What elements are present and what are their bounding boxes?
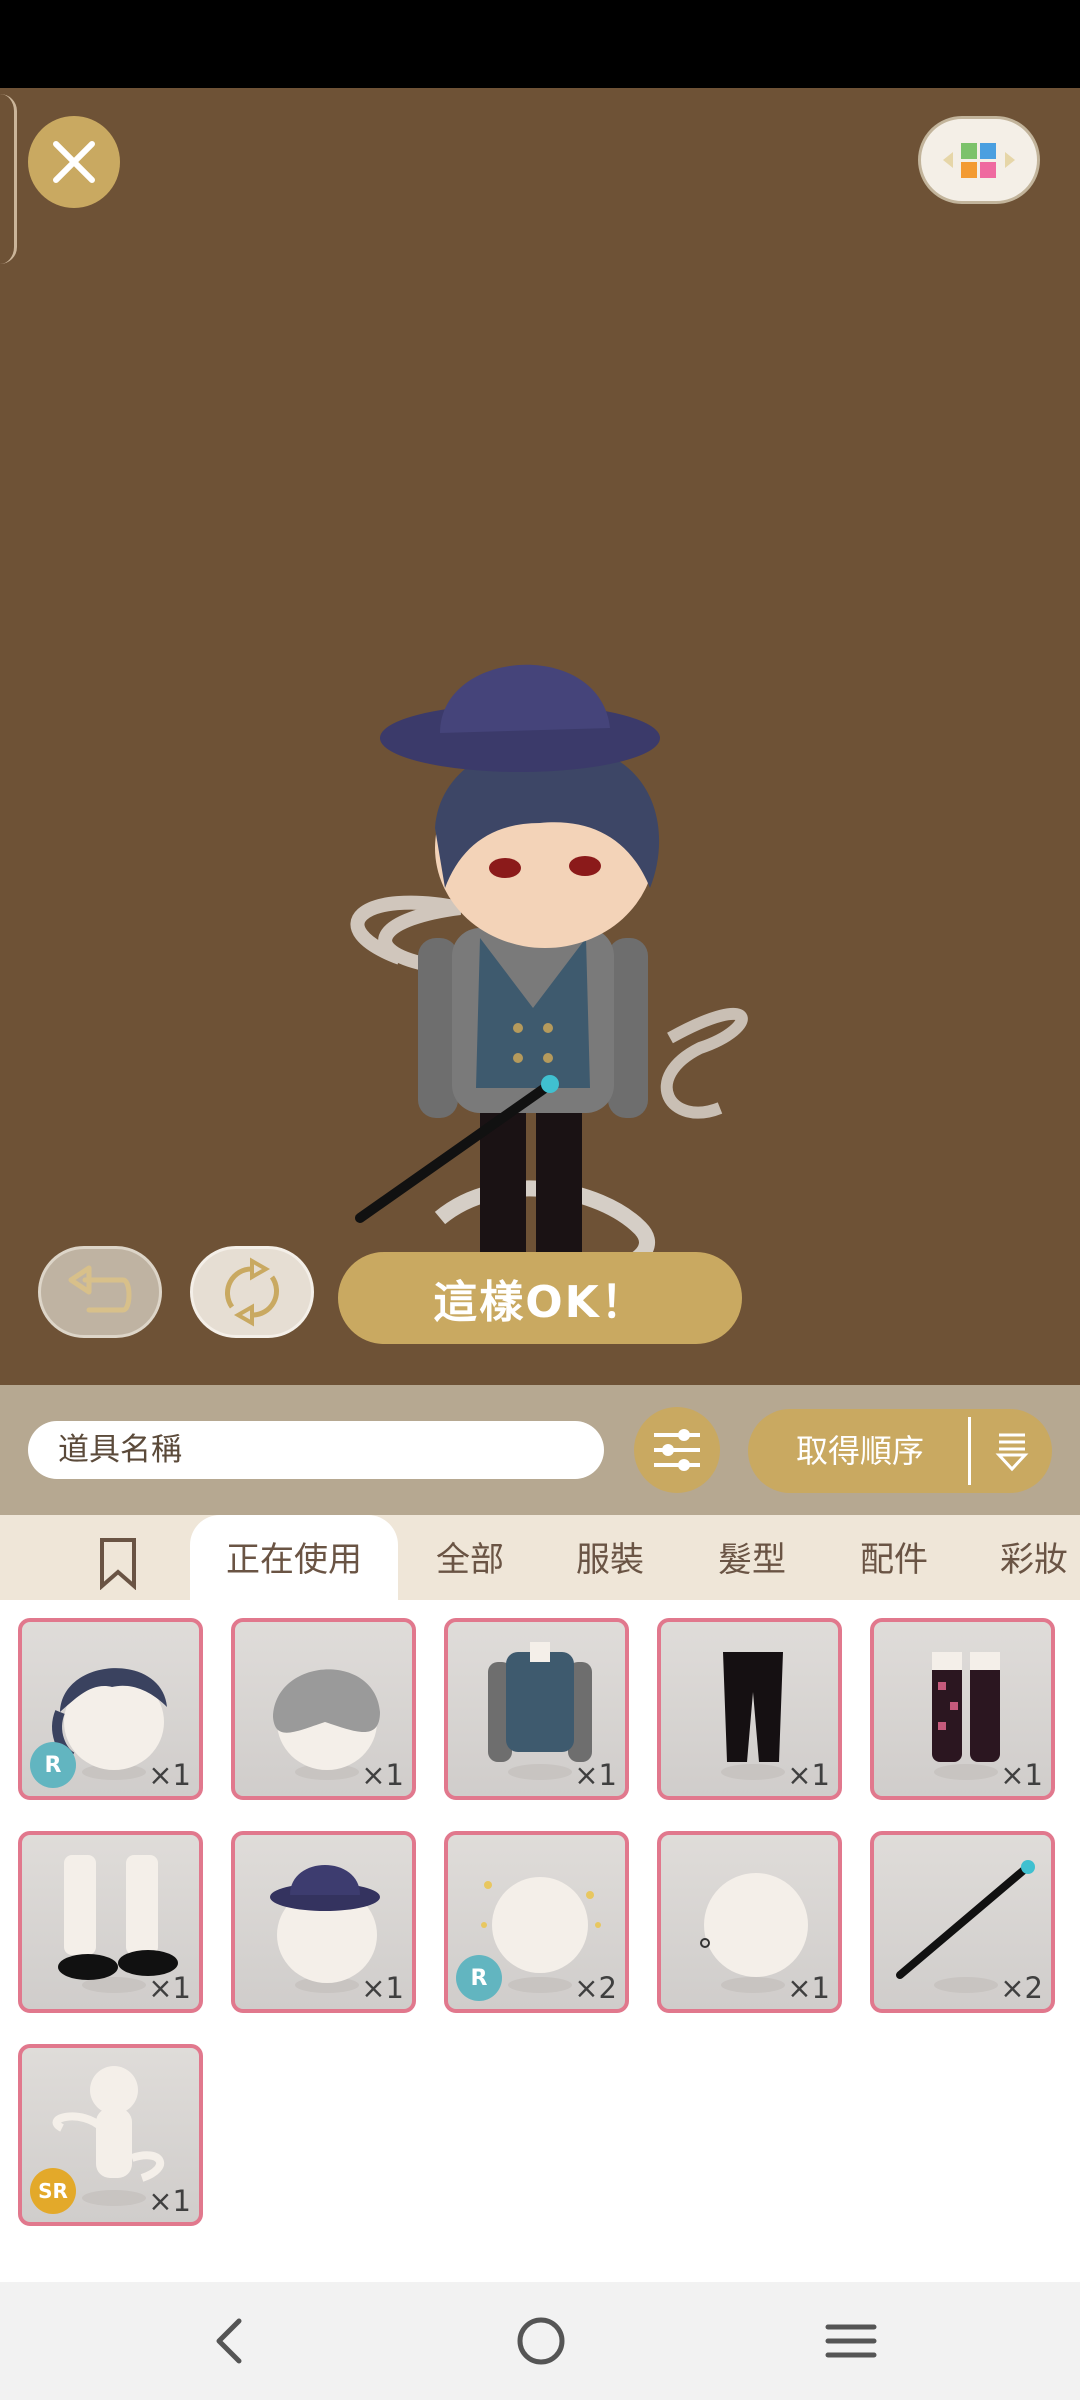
bookmark-tab[interactable] — [90, 1535, 146, 1591]
item-quantity: ×1 — [148, 2184, 191, 2218]
tab-accessories[interactable]: 配件 — [860, 1515, 928, 1600]
nav-back-button[interactable] — [184, 2306, 274, 2376]
item-quantity: ×1 — [361, 1971, 404, 2005]
palette-grid-icon — [943, 143, 1015, 178]
palette-button[interactable] — [918, 116, 1040, 204]
back-icon — [216, 2318, 242, 2364]
tab-hairstyle[interactable]: 髮型 — [718, 1515, 786, 1600]
sort-order-icon[interactable] — [984, 1409, 1040, 1493]
item-quantity: ×1 — [787, 1758, 830, 1792]
item-card[interactable]: ×1 — [657, 1618, 842, 1800]
item-quantity: ×1 — [148, 1971, 191, 2005]
item-card[interactable]: ×1 — [18, 1831, 203, 2013]
tab-makeup[interactable]: 彩妝 — [1000, 1515, 1068, 1600]
bookmark-icon — [100, 1538, 136, 1590]
rarity-badge: R — [456, 1955, 502, 2001]
avatar-character — [350, 664, 748, 1301]
rarity-badge: SR — [30, 2168, 76, 2214]
menu-icon — [825, 2324, 877, 2358]
nav-menu-button[interactable] — [806, 2306, 896, 2376]
home-icon — [517, 2317, 565, 2365]
item-quantity: ×2 — [1000, 1971, 1043, 2005]
item-card[interactable]: SR ×1 — [18, 2044, 203, 2226]
avatar-stage: 這樣OK！ — [0, 88, 1080, 1385]
close-icon — [53, 141, 95, 183]
item-card[interactable]: ×1 — [657, 1831, 842, 2013]
close-button[interactable] — [28, 116, 120, 208]
category-tabs: 正在使用 全部 服裝 髮型 配件 彩妝 — [0, 1515, 1080, 1600]
item-quantity: ×1 — [1000, 1758, 1043, 1792]
sort-divider — [968, 1417, 971, 1485]
filter-sliders-icon — [654, 1429, 700, 1471]
system-navigation-bar — [0, 2282, 1080, 2400]
item-card[interactable]: R ×1 — [18, 1618, 203, 1800]
item-card[interactable]: ×1 — [231, 1618, 416, 1800]
item-quantity: ×1 — [574, 1758, 617, 1792]
item-quantity: ×1 — [787, 1971, 830, 2005]
item-card[interactable]: ×1 — [444, 1618, 629, 1800]
nav-home-button[interactable] — [496, 2306, 586, 2376]
shuffle-button[interactable] — [190, 1246, 314, 1338]
sort-label: 取得順序 — [796, 1432, 925, 1470]
item-card[interactable]: R ×2 — [444, 1831, 629, 2013]
tab-clothing[interactable]: 服裝 — [576, 1515, 644, 1600]
sort-button[interactable]: 取得順序 — [748, 1409, 1052, 1493]
item-grid: R ×1 ×1 ×1 ×1 ×1 ×1 ×1 R ×2 ×1 ×2 SR ×1 — [0, 1600, 1080, 2282]
search-input[interactable]: 道具名稱 — [28, 1421, 604, 1479]
filter-button[interactable] — [634, 1407, 720, 1493]
undo-icon — [68, 1265, 132, 1313]
item-card[interactable]: ×1 — [231, 1831, 416, 2013]
item-quantity: ×1 — [361, 1758, 404, 1792]
side-frame — [0, 94, 17, 264]
shuffle-icon — [224, 1257, 280, 1327]
item-card[interactable]: ×1 — [870, 1618, 1055, 1800]
confirm-ok-button[interactable]: 這樣OK！ — [338, 1252, 742, 1344]
undo-button[interactable] — [38, 1246, 162, 1338]
tab-all[interactable]: 全部 — [436, 1515, 504, 1600]
filter-bar: 道具名稱 取得順序 — [0, 1385, 1080, 1515]
tab-in-use[interactable]: 正在使用 — [190, 1515, 398, 1600]
item-quantity: ×2 — [574, 1971, 617, 2005]
status-bar — [0, 0, 1080, 88]
item-card[interactable]: ×2 — [870, 1831, 1055, 2013]
rarity-badge: R — [30, 1742, 76, 1788]
item-quantity: ×1 — [148, 1758, 191, 1792]
